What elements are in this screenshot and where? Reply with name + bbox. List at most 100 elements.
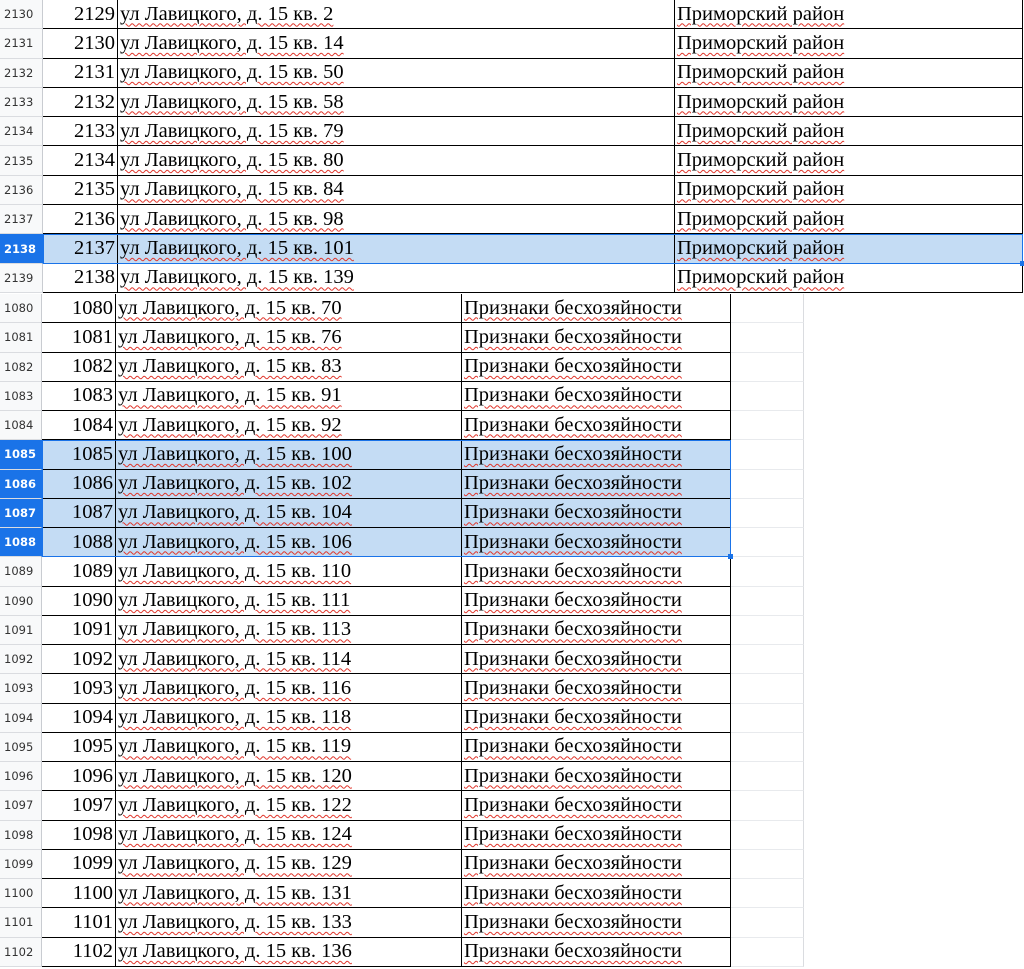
cell-empty[interactable] (731, 762, 804, 792)
cell-status[interactable]: Признаки бесхозяйности (462, 352, 731, 382)
cell-number[interactable]: 2136 (43, 205, 118, 235)
cell-address[interactable]: ул Лавицкого, д. 15 кв. 114 (116, 645, 462, 675)
cell-address[interactable]: ул Лавицкого, д. 15 кв. 120 (116, 762, 462, 792)
table-row[interactable]: 2139 2138 ул Лавицкого, д. 15 кв. 139 Примо… (0, 263, 1024, 293)
cell-status[interactable]: Признаки бесхозяйности (462, 908, 731, 938)
cell-address[interactable]: ул Лавицкого, д. 15 кв. 101 (118, 234, 675, 264)
cell-address[interactable]: ул Лавицкого, д. 15 кв. 92 (116, 411, 462, 441)
cell-address[interactable]: ул Лавицкого, д. 15 кв. 80 (118, 146, 675, 176)
cell-status[interactable]: Признаки бесхозяйности (462, 645, 731, 675)
row-header[interactable]: 2136 (0, 175, 43, 206)
table-row[interactable]: 1088 1088 ул Лавицкого, д. 15 кв. 106 Призн… (0, 528, 1024, 558)
row-header[interactable]: 1083 (0, 381, 42, 411)
cell-district[interactable]: Приморский район (675, 263, 1023, 293)
row-header[interactable]: 1080 (0, 294, 42, 324)
cell-number[interactable]: 1095 (42, 732, 116, 762)
cell-address[interactable]: ул Лавицкого, д. 15 кв. 102 (116, 469, 462, 499)
cell-empty[interactable] (731, 674, 804, 704)
cell-address[interactable]: ул Лавицкого, д. 15 кв. 133 (116, 908, 462, 938)
table-row[interactable]: 2138 2137 ул Лавицкого, д. 15 кв. 101 Примо… (0, 234, 1024, 264)
cell-address[interactable]: ул Лавицкого, д. 15 кв. 110 (116, 557, 462, 587)
table-row[interactable]: 1089 1089 ул Лавицкого, д. 15 кв. 110 Призн… (0, 557, 1024, 587)
row-header[interactable]: 1091 (0, 615, 42, 645)
cell-district[interactable]: Приморский район (675, 117, 1023, 147)
cell-number[interactable]: 1102 (42, 937, 116, 967)
cell-district[interactable]: Приморский район (675, 234, 1023, 264)
table-row[interactable]: 1083 1083 ул Лавицкого, д. 15 кв. 91 Призна… (0, 381, 1024, 411)
table-row[interactable]: 1091 1091 ул Лавицкого, д. 15 кв. 113 Призн… (0, 615, 1024, 645)
table-row[interactable]: 2131 2130 ул Лавицкого, д. 15 кв. 14 Примор… (0, 29, 1024, 59)
row-header[interactable]: 1094 (0, 703, 42, 733)
cell-empty[interactable] (731, 469, 804, 499)
fill-handle[interactable] (1020, 260, 1024, 266)
cell-address[interactable]: ул Лавицкого, д. 15 кв. 116 (116, 674, 462, 704)
cell-number[interactable]: 1088 (42, 528, 116, 558)
cell-status[interactable]: Признаки бесхозяйности (462, 411, 731, 441)
cell-number[interactable]: 2129 (43, 0, 118, 30)
table-row[interactable]: 1096 1096 ул Лавицкого, д. 15 кв. 120 Призн… (0, 762, 1024, 792)
row-header[interactable]: 1095 (0, 732, 42, 762)
row-header[interactable]: 1097 (0, 791, 42, 821)
row-header[interactable]: 1100 (0, 879, 42, 909)
cell-number[interactable]: 1087 (42, 498, 116, 528)
row-header[interactable]: 1087 (0, 498, 42, 528)
cell-address[interactable]: ул Лавицкого, д. 15 кв. 14 (118, 29, 675, 59)
cell-status[interactable]: Признаки бесхозяйности (462, 381, 731, 411)
row-header[interactable]: 1090 (0, 586, 42, 616)
cell-address[interactable]: ул Лавицкого, д. 15 кв. 2 (118, 0, 675, 30)
cell-address[interactable]: ул Лавицкого, д. 15 кв. 50 (118, 58, 675, 88)
cell-status[interactable]: Признаки бесхозяйности (462, 762, 731, 792)
cell-status[interactable]: Признаки бесхозяйности (462, 323, 731, 353)
cell-number[interactable]: 2135 (43, 175, 118, 206)
row-header[interactable]: 2138 (0, 234, 43, 264)
cell-empty[interactable] (731, 820, 804, 850)
cell-status[interactable]: Признаки бесхозяйности (462, 820, 731, 850)
cell-district[interactable]: Приморский район (675, 29, 1023, 59)
row-header[interactable]: 1099 (0, 849, 42, 879)
table-row[interactable]: 1102 1102 ул Лавицкого, д. 15 кв. 136 Призн… (0, 937, 1024, 967)
cell-status[interactable]: Признаки бесхозяйности (462, 849, 731, 879)
cell-address[interactable]: ул Лавицкого, д. 15 кв. 106 (116, 528, 462, 558)
row-header[interactable]: 2139 (0, 263, 43, 293)
cell-address[interactable]: ул Лавицкого, д. 15 кв. 100 (116, 440, 462, 470)
table-row[interactable]: 1098 1098 ул Лавицкого, д. 15 кв. 124 Призн… (0, 820, 1024, 850)
cell-number[interactable]: 2138 (43, 263, 118, 293)
cell-address[interactable]: ул Лавицкого, д. 15 кв. 84 (118, 175, 675, 206)
row-header[interactable]: 2137 (0, 205, 43, 235)
cell-address[interactable]: ул Лавицкого, д. 15 кв. 98 (118, 205, 675, 235)
cell-number[interactable]: 2137 (43, 234, 118, 264)
cell-number[interactable]: 1090 (42, 586, 116, 616)
cell-empty[interactable] (731, 645, 804, 675)
cell-number[interactable]: 1083 (42, 381, 116, 411)
cell-empty[interactable] (731, 381, 804, 411)
cell-number[interactable]: 1085 (42, 440, 116, 470)
cell-number[interactable]: 1092 (42, 645, 116, 675)
cell-empty[interactable] (731, 586, 804, 616)
cell-address[interactable]: ул Лавицкого, д. 15 кв. 58 (118, 87, 675, 118)
fill-handle[interactable] (728, 554, 733, 560)
cell-empty[interactable] (731, 440, 804, 470)
row-header[interactable]: 1085 (0, 440, 42, 470)
row-header[interactable]: 2134 (0, 117, 43, 147)
cell-status[interactable]: Признаки бесхозяйности (462, 791, 731, 821)
table-row[interactable]: 2133 2132 ул Лавицкого, д. 15 кв. 58 Примор… (0, 87, 1024, 118)
cell-address[interactable]: ул Лавицкого, д. 15 кв. 131 (116, 879, 462, 909)
cell-address[interactable]: ул Лавицкого, д. 15 кв. 113 (116, 615, 462, 645)
cell-status[interactable]: Признаки бесхозяйности (462, 703, 731, 733)
cell-address[interactable]: ул Лавицкого, д. 15 кв. 122 (116, 791, 462, 821)
cell-address[interactable]: ул Лавицкого, д. 15 кв. 136 (116, 937, 462, 967)
row-header[interactable]: 1096 (0, 762, 42, 792)
cell-status[interactable]: Признаки бесхозяйности (462, 732, 731, 762)
cell-status[interactable]: Признаки бесхозяйности (462, 528, 731, 558)
table-row[interactable]: 2134 2133 ул Лавицкого, д. 15 кв. 79 Примор… (0, 117, 1024, 147)
table-row[interactable]: 2132 2131 ул Лавицкого, д. 15 кв. 50 Примор… (0, 58, 1024, 88)
cell-number[interactable]: 1101 (42, 908, 116, 938)
row-header[interactable]: 2133 (0, 87, 43, 118)
cell-number[interactable]: 2132 (43, 87, 118, 118)
cell-address[interactable]: ул Лавицкого, д. 15 кв. 104 (116, 498, 462, 528)
table-row[interactable]: 1090 1090 ул Лавицкого, д. 15 кв. 111 Призн… (0, 586, 1024, 616)
row-header[interactable]: 1092 (0, 645, 42, 675)
cell-status[interactable]: Признаки бесхозяйности (462, 615, 731, 645)
cell-address[interactable]: ул Лавицкого, д. 15 кв. 70 (116, 294, 462, 324)
row-header[interactable]: 1098 (0, 820, 42, 850)
